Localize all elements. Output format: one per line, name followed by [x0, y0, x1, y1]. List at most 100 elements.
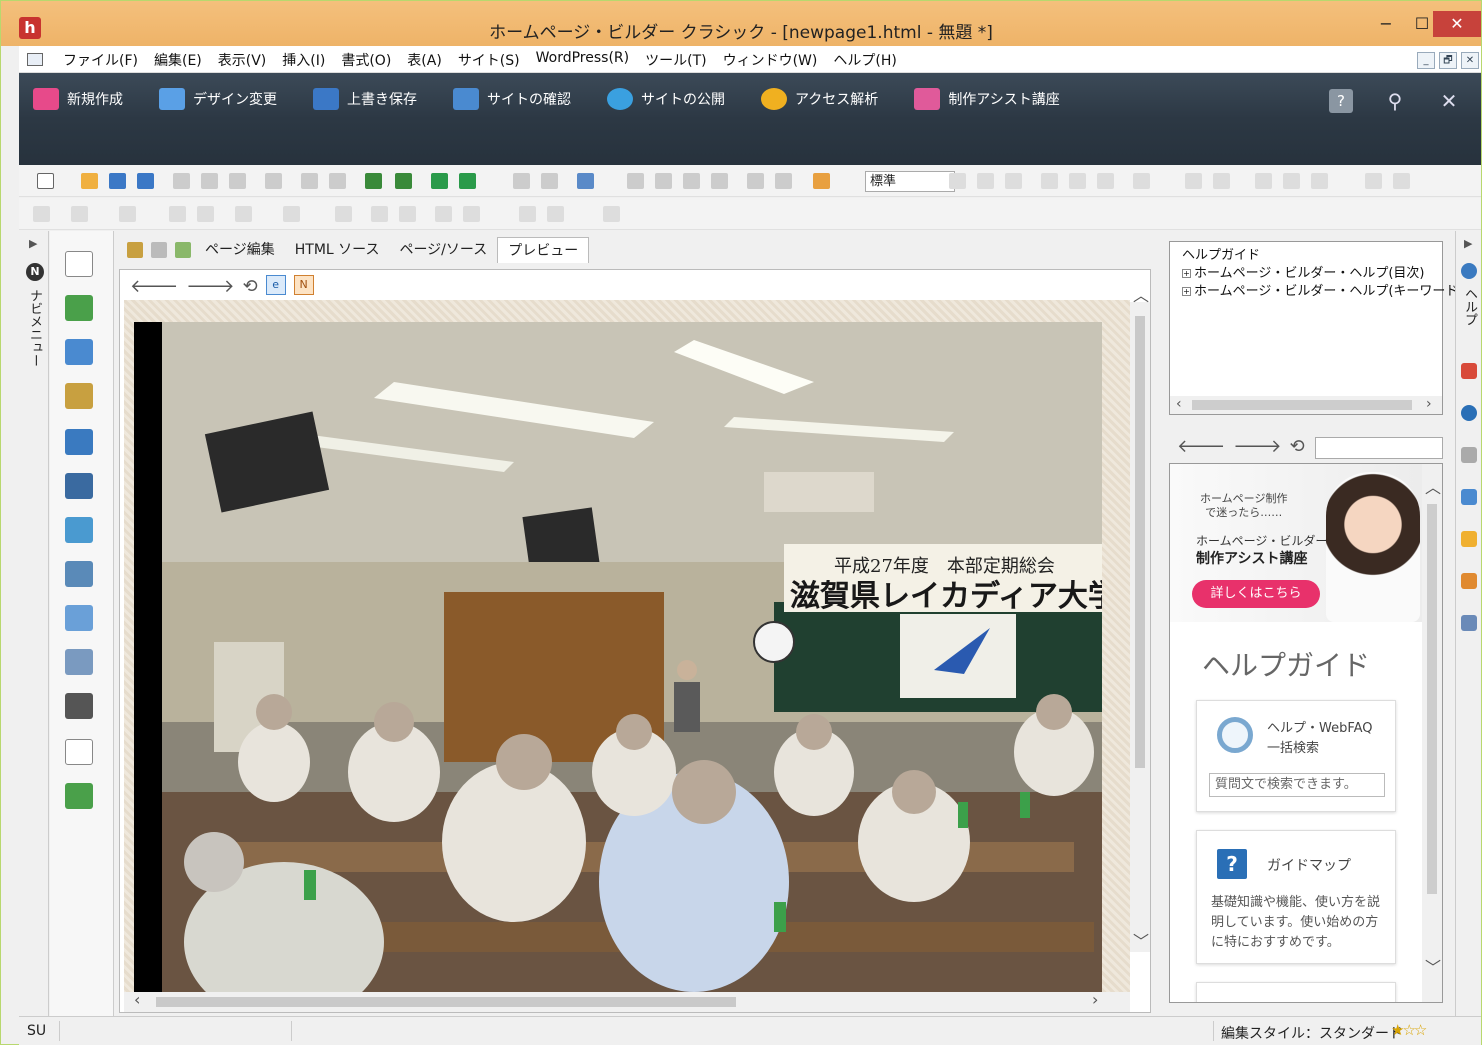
new-document-icon[interactable] — [37, 173, 54, 189]
menu-view[interactable]: 表示(V) — [210, 50, 275, 70]
valign-middle-icon[interactable] — [1069, 173, 1086, 189]
assist-course-button[interactable]: 制作アシスト講座 — [914, 85, 1060, 113]
tab-page-source[interactable]: ページ/ソース — [389, 237, 497, 263]
help-tree[interactable]: ヘルプガイド + ホームページ・ビルダー・ヘルプ(目次) + ホームページ・ビルダー… — [1169, 241, 1464, 415]
tab-html-source[interactable]: HTML ソース — [285, 237, 390, 263]
design-change-button[interactable]: デザイン変更 — [159, 85, 277, 113]
toolbox-icon[interactable] — [1461, 363, 1477, 379]
help-back-icon[interactable]: 🡐 — [1177, 436, 1225, 457]
ie-mode-icon[interactable]: e — [265, 275, 286, 295]
help-side-strip[interactable]: ▶ ヘルプ — [1455, 231, 1481, 1016]
redo-icon[interactable] — [329, 173, 346, 189]
tree-expand-icon[interactable]: + — [1182, 287, 1191, 296]
faq-search-input[interactable]: 質問文で検索できます。 — [1209, 773, 1385, 797]
list-items-icon[interactable] — [65, 649, 93, 675]
edit-style-status[interactable]: 編集スタイル：スタンダード — [1221, 1023, 1403, 1043]
menu-format[interactable]: 書式(O) — [333, 50, 399, 70]
tree-scroll-left-icon[interactable]: ‹ — [1176, 396, 1182, 412]
webkit-mode-icon[interactable]: N — [293, 275, 314, 295]
expand-nav-icon[interactable]: ▶ — [29, 237, 37, 250]
overwrite-save-button[interactable]: 上書き保存 — [313, 85, 417, 113]
align-right-icon[interactable] — [1005, 173, 1022, 189]
preview-vertical-scrollbar[interactable]: ︿ ﹀ — [1130, 286, 1150, 952]
next-card[interactable] — [1196, 982, 1396, 1002]
menu-file[interactable]: ファイル(F) — [55, 50, 146, 70]
vertical-scroll-thumb[interactable] — [1135, 316, 1145, 768]
cell-border-icon[interactable] — [399, 206, 416, 222]
scroll-right-icon[interactable]: › — [1092, 990, 1098, 1009]
help-scroll-thumb[interactable] — [1427, 504, 1437, 894]
tab-preview[interactable]: プレビュー — [497, 237, 590, 263]
find-icon[interactable] — [365, 173, 382, 189]
table-props-icon[interactable] — [547, 206, 564, 222]
meeting-photo[interactable]: 平成27年度 本部定期総会 滋賀県レイカディア大学同窓 — [134, 322, 1102, 994]
paste-icon[interactable] — [229, 173, 246, 189]
tree-item-help-keywords[interactable]: + ホームページ・ビルダー・ヘルプ(キーワード) — [1182, 280, 1464, 299]
menu-edit[interactable]: 編集(E) — [146, 50, 210, 70]
site-publish-button[interactable]: サイトの公開 — [607, 85, 725, 113]
tree-expand-icon[interactable]: + — [1182, 269, 1191, 278]
tree-item-help-contents[interactable]: + ホームページ・ビルダー・ヘルプ(目次) — [1182, 262, 1425, 281]
mdi-minimize-button[interactable]: _ — [1417, 52, 1435, 69]
forward-arrow-icon[interactable]: 🡒 — [186, 276, 234, 297]
align-left-icon[interactable] — [949, 173, 966, 189]
preview-horizontal-scrollbar[interactable]: ‹ › — [124, 990, 1130, 1012]
mdi-close-button[interactable]: ✕ — [1461, 52, 1479, 69]
movie-icon[interactable] — [65, 429, 93, 455]
wrench-icon[interactable]: ⚲ — [1383, 89, 1407, 113]
align-center-icon[interactable] — [977, 173, 994, 189]
split-cells-icon[interactable] — [197, 206, 214, 222]
link-icon[interactable] — [431, 173, 448, 189]
blank-page-icon[interactable] — [65, 739, 93, 765]
menu-help[interactable]: ヘルプ(H) — [825, 50, 904, 70]
paragraph-style-select[interactable]: 標準 — [865, 171, 955, 192]
site-map-icon[interactable] — [1461, 489, 1477, 505]
copy-pages-icon[interactable] — [1461, 447, 1477, 463]
font-smaller-icon[interactable] — [1393, 173, 1410, 189]
indent-icon[interactable] — [1185, 173, 1202, 189]
gallery-icon[interactable] — [65, 517, 93, 543]
table-align-icon[interactable] — [463, 206, 480, 222]
reload-icon[interactable]: ⟲ — [243, 276, 258, 297]
valign-top-icon[interactable] — [1041, 173, 1058, 189]
help-question-icon[interactable]: ? — [1329, 89, 1353, 113]
scroll-up-icon[interactable]: ︿ — [1133, 282, 1149, 306]
column-width-icon[interactable] — [283, 206, 300, 222]
back-arrow-icon[interactable]: 🡐 — [130, 276, 178, 297]
paperclip-icon[interactable] — [65, 383, 93, 409]
open-folder-icon[interactable] — [81, 173, 98, 189]
collapse-help-icon[interactable]: ▶ — [1464, 237, 1472, 250]
menu-window[interactable]: ウィンドウ(W) — [715, 50, 826, 70]
table-delete-icon[interactable] — [603, 206, 620, 222]
list-icon[interactable] — [1133, 173, 1150, 189]
help-scroll-down-icon[interactable]: ﹀ — [1425, 954, 1441, 978]
tree-scroll-right-icon[interactable]: › — [1426, 396, 1432, 412]
details-button[interactable]: 詳しくはこちら — [1192, 580, 1320, 608]
italic-icon[interactable] — [1283, 173, 1300, 189]
cut2-icon[interactable] — [627, 173, 644, 189]
tab-page-edit[interactable]: ページ編集 — [195, 237, 285, 263]
paste2-icon[interactable] — [683, 173, 700, 189]
cell-spacing-icon[interactable] — [371, 206, 388, 222]
toolbar-close-icon[interactable]: ✕ — [1437, 89, 1461, 113]
merge-cells-icon[interactable] — [169, 206, 186, 222]
font-larger-icon[interactable] — [1365, 173, 1382, 189]
scroll-down-icon[interactable]: ﹀ — [1133, 928, 1149, 952]
layout-icon[interactable] — [65, 561, 93, 587]
tree-horizontal-scrollbar[interactable]: ‹ › — [1170, 396, 1442, 414]
undo-icon[interactable] — [301, 173, 318, 189]
cut-icon[interactable] — [173, 173, 190, 189]
bold-icon[interactable] — [1255, 173, 1272, 189]
valign-bottom-icon[interactable] — [1097, 173, 1114, 189]
redo2-icon[interactable] — [775, 173, 792, 189]
smartphone-icon[interactable] — [65, 693, 93, 719]
window-icon[interactable] — [577, 173, 594, 189]
insert-row-icon[interactable] — [71, 206, 88, 222]
folder-icon[interactable] — [1461, 531, 1477, 547]
undo2-icon[interactable] — [747, 173, 764, 189]
table-grid-icon[interactable] — [65, 605, 93, 631]
wordpress-icon[interactable] — [1461, 405, 1477, 421]
insert-image-icon[interactable] — [459, 173, 476, 189]
row-height-icon[interactable] — [235, 206, 252, 222]
text-insert-icon[interactable] — [65, 251, 93, 277]
